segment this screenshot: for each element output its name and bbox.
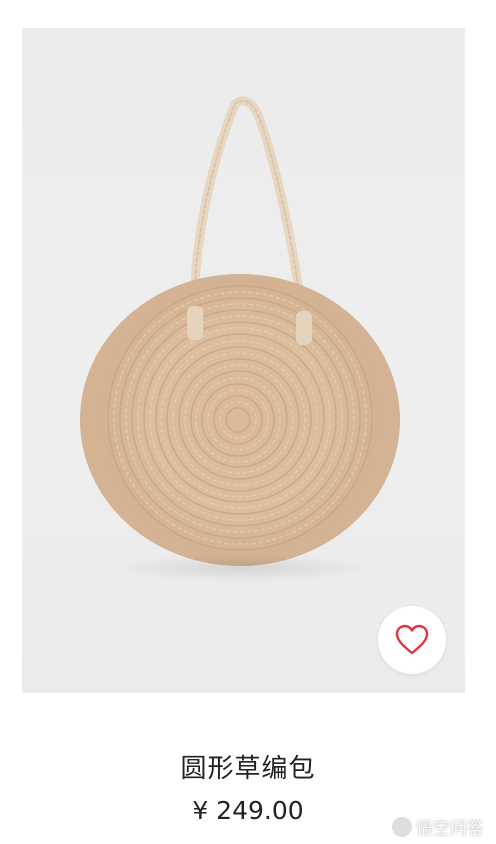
product-image[interactable] <box>22 28 465 693</box>
straw-bag-image <box>80 96 400 582</box>
watermark-logo-icon <box>392 816 412 837</box>
watermark-text: 悟空问答 <box>416 819 484 839</box>
watermark: 悟空问答 <box>392 814 484 839</box>
product-card[interactable]: 圆形草编包 ¥ 249.00 悟空问答 <box>0 0 496 844</box>
heart-icon <box>395 624 429 655</box>
product-name[interactable]: 圆形草编包 <box>0 748 496 785</box>
wishlist-button[interactable] <box>378 606 446 674</box>
